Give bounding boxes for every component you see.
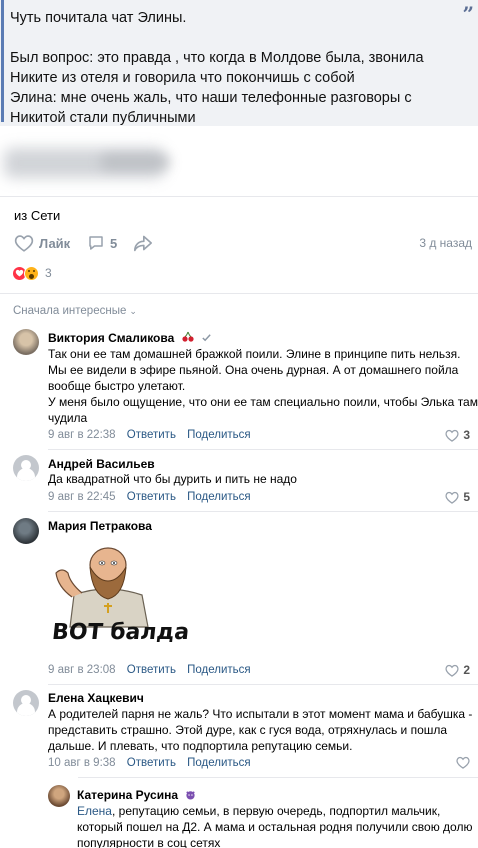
post-source-text: из Сети: [14, 208, 61, 223]
comment-date[interactable]: 9 авг в 23:08: [48, 664, 116, 676]
comment-author[interactable]: Мария Петракова: [48, 519, 152, 533]
like-label: Лайк: [39, 235, 71, 251]
chevron-down-icon: ⌄: [129, 305, 137, 316]
divider: [48, 511, 478, 512]
reactions-count: 3: [45, 266, 52, 280]
heart-outline-icon: [14, 235, 34, 252]
comment-like-button[interactable]: 2: [445, 663, 470, 677]
heart-outline-icon: [456, 756, 470, 769]
comments-count: 5: [110, 235, 118, 251]
reply-mention-link[interactable]: Елена: [77, 804, 112, 818]
divider: [48, 684, 478, 685]
blurred-content: [0, 126, 478, 196]
comment-text: Так они ее там домашней бражкой поили. Э…: [48, 347, 478, 425]
comment-meta: 10 авг в 9:38 Ответить Поделиться: [48, 757, 251, 769]
sticker-caption: ВОТ балда: [50, 620, 191, 645]
avatar[interactable]: [13, 690, 39, 716]
comment-date[interactable]: 9 авг в 22:38: [48, 429, 116, 441]
comment-author[interactable]: Виктория Смаликова: [48, 331, 212, 346]
avatar[interactable]: [13, 455, 39, 481]
divider: [0, 196, 478, 197]
like-button[interactable]: Лайк: [14, 232, 70, 254]
avatar[interactable]: [48, 785, 70, 807]
reply-button[interactable]: Ответить: [127, 664, 176, 676]
comment-like-count: 3: [463, 428, 470, 442]
comment-like-count: 5: [463, 490, 470, 504]
share-button[interactable]: [133, 232, 153, 254]
comment-text: Елена, репутацию семьи, в первую очередь…: [77, 804, 473, 848]
verified-check-icon: [201, 332, 212, 346]
share-comment-button[interactable]: Поделиться: [187, 429, 251, 441]
share-comment-button[interactable]: Поделиться: [187, 491, 251, 503]
comment-meta: 9 авг в 22:45 Ответить Поделиться: [48, 491, 251, 503]
post-quote-block: Чуть почитала чат Элины. Был вопрос: это…: [0, 0, 478, 126]
heart-outline-icon: [445, 429, 459, 442]
share-comment-button[interactable]: Поделиться: [187, 664, 251, 676]
heart-outline-icon: [445, 664, 459, 677]
comment-author[interactable]: Елена Хацкевич: [48, 691, 144, 705]
avatar[interactable]: [13, 518, 39, 544]
comment-text: Да квадратной что бы дурить и пить не на…: [48, 472, 297, 486]
quote-line: Элина: мне очень жаль, что наши телефонн…: [10, 90, 412, 106]
post-quote-text: Чуть почитала чат Элины. Был вопрос: это…: [10, 8, 460, 128]
reply-button[interactable]: Ответить: [127, 429, 176, 441]
comment-like-button[interactable]: [456, 756, 470, 769]
comment-like-button[interactable]: 3: [445, 428, 470, 442]
comments-button[interactable]: 5: [87, 232, 117, 254]
quote-line: Никите из отеля и говорила что покончишь…: [10, 70, 355, 86]
share-icon: [134, 235, 152, 252]
sort-label: Сначала интересные: [13, 305, 127, 317]
reactions-summary[interactable]: 3: [12, 265, 52, 281]
cherry-emoji-icon: [182, 331, 194, 346]
quote-accent-bar: [1, 0, 4, 122]
share-comment-button[interactable]: Поделиться: [187, 757, 251, 769]
comment-meta: 9 авг в 22:38 Ответить Поделиться: [48, 429, 251, 441]
devil-emoji-icon: [185, 789, 196, 803]
comment-author[interactable]: Катерина Русина: [77, 788, 196, 803]
comment-icon: [89, 236, 103, 250]
divider: [48, 449, 478, 450]
comment-author[interactable]: Андрей Васильев: [48, 457, 155, 471]
quote-line: [10, 28, 460, 48]
comment-like-button[interactable]: 5: [445, 490, 470, 504]
comment-like-count: 2: [463, 663, 470, 677]
comment-date[interactable]: 10 авг в 9:38: [48, 757, 116, 769]
wow-reaction-icon: [24, 265, 39, 281]
divider: [0, 293, 478, 294]
comment-date[interactable]: 9 авг в 22:45: [48, 491, 116, 503]
divider: [78, 777, 478, 778]
comments-sort-dropdown[interactable]: Сначала интересные ⌄: [13, 305, 137, 317]
heart-outline-icon: [445, 491, 459, 504]
quote-line: Никитой стали публичными: [10, 110, 196, 126]
reply-button[interactable]: Ответить: [127, 491, 176, 503]
quote-line: Был вопрос: это правда , что когда в Мол…: [10, 50, 424, 66]
quote-mark-icon: ”: [462, 2, 474, 26]
comment-meta: 9 авг в 23:08 Ответить Поделиться: [48, 664, 251, 676]
post-actions-bar: Лайк 5 3 д назад: [0, 232, 478, 254]
avatar[interactable]: [13, 329, 39, 355]
post-time-ago[interactable]: 3 д назад: [419, 236, 472, 250]
quote-line: Чуть почитала чат Элины.: [10, 10, 187, 26]
reply-button[interactable]: Ответить: [127, 757, 176, 769]
comment-text: А родителей парня не жаль? Что испытали …: [48, 707, 473, 753]
